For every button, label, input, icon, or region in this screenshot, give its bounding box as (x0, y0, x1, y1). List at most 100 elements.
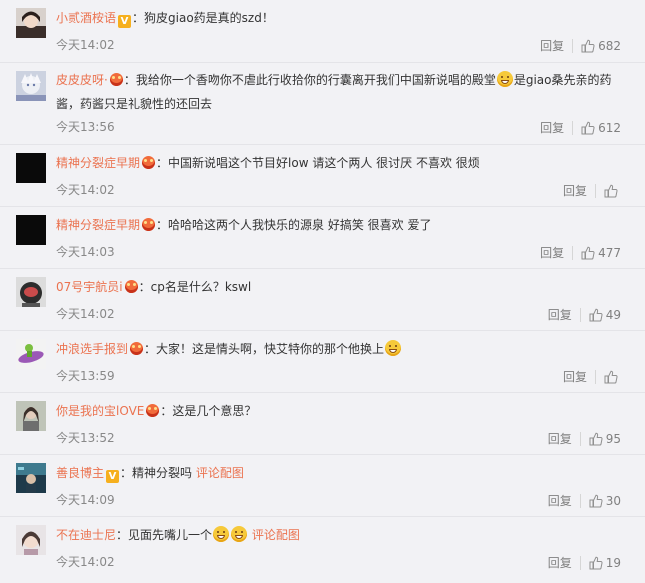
like-count: 477 (598, 245, 621, 260)
like-button[interactable]: 19 (589, 556, 621, 570)
comment-item: 小贰酒桉语 V ：狗皮giao药是真的szd！ 今天14:02 回复 682 (0, 0, 645, 63)
thumbs-up-icon (604, 184, 618, 197)
comment-actions: 回复 477 (540, 244, 621, 261)
reply-button[interactable]: 回复 (540, 244, 564, 261)
comment-text: 07号宇航员i ：cp名是什么？kswl (56, 275, 629, 299)
username-link[interactable]: 精神分裂症早期 (56, 156, 140, 170)
thumbs-up-icon (589, 556, 603, 569)
like-button[interactable] (604, 370, 621, 384)
comment-item: 07号宇航员i ：cp名是什么？kswl 今天14:02 回复 49 (0, 269, 645, 331)
divider (579, 431, 581, 446)
comment-body: ：哈哈哈这两个人我快乐的源泉 好搞笑 很喜欢 爱了 (156, 218, 432, 232)
view-comment-image-link[interactable]: 评论配图 (252, 528, 300, 542)
doge-emoji-icon (385, 340, 402, 356)
reply-button[interactable]: 回复 (540, 119, 564, 136)
comment-item: 冲浪选手报到 ：大家！这是情头啊，快艾特你的那个他换上 今天13:59 回复 (0, 331, 645, 393)
thumbs-up-icon (589, 494, 603, 507)
comment-body: ：我给你一个香吻你不虐此行收拾你的行囊离开我们中国新说唱的殿堂 (123, 73, 496, 87)
comment-text: 不在迪士尼：见面先嘴儿一个 评论配图 (56, 523, 629, 547)
comment-actions: 回复 49 (548, 306, 621, 323)
thumbs-up-icon (581, 39, 595, 52)
like-button[interactable]: 30 (589, 494, 621, 508)
divider (579, 555, 581, 570)
comment-item: 善良博主 V ：精神分裂吗 评论配图 今天14:09 回复 30 (0, 455, 645, 517)
like-count: 612 (598, 120, 621, 135)
comment-actions: 回复 30 (548, 492, 621, 509)
reply-button[interactable]: 回复 (548, 430, 572, 447)
comment-text: 冲浪选手报到 ：大家！这是情头啊，快艾特你的那个他换上 (56, 337, 629, 361)
avatar[interactable] (16, 153, 46, 183)
comment-text: 精神分裂症早期 ：哈哈哈这两个人我快乐的源泉 好搞笑 很喜欢 爱了 (56, 213, 629, 237)
verified-badge-icon: V (106, 470, 120, 483)
username-link[interactable]: 冲浪选手报到 (56, 342, 128, 356)
timestamp: 今天13:56 (56, 120, 115, 134)
avatar[interactable] (16, 525, 46, 555)
view-comment-image-link[interactable]: 评论配图 (196, 466, 244, 480)
thumbs-up-icon (589, 432, 603, 445)
reply-button[interactable]: 回复 (563, 182, 587, 199)
avatar[interactable] (16, 463, 46, 493)
comment-actions: 回复 95 (548, 430, 621, 447)
username-link[interactable]: 小贰酒桉语 (56, 11, 116, 25)
username-link[interactable]: 你是我的宝lOVE (56, 404, 144, 418)
member-crown-icon (142, 156, 156, 169)
avatar[interactable] (16, 8, 46, 38)
comment-body: ：大家！这是情头啊，快艾特你的那个他换上 (144, 342, 385, 356)
like-button[interactable]: 477 (581, 246, 621, 260)
like-button[interactable] (604, 184, 621, 198)
like-button[interactable]: 612 (581, 121, 621, 135)
avatar[interactable] (16, 277, 46, 307)
avatar[interactable] (16, 401, 46, 431)
like-button[interactable]: 682 (581, 39, 621, 53)
member-crown-icon (109, 73, 123, 86)
like-count: 49 (605, 307, 621, 322)
reply-button[interactable]: 回复 (540, 37, 564, 54)
comment-list: 小贰酒桉语 V ：狗皮giao药是真的szd！ 今天14:02 回复 682 皮皮皮… (0, 0, 645, 583)
member-crown-icon (146, 404, 160, 417)
like-button[interactable]: 95 (589, 432, 621, 446)
username-link[interactable]: 不在迪士尼 (56, 528, 116, 542)
timestamp: 今天13:59 (56, 369, 115, 383)
grin-emoji-icon (213, 526, 230, 542)
timestamp: 今天14:02 (56, 555, 115, 569)
thumbs-up-icon (581, 121, 595, 134)
like-count: 95 (605, 431, 621, 446)
comment-text: 精神分裂症早期 ：中国新说唱这个节目好low 请这个两人 很讨厌 不喜欢 很烦 (56, 151, 629, 175)
comment-actions: 回复 (563, 182, 621, 199)
doge-emoji-icon (496, 71, 513, 87)
comment-text: 小贰酒桉语 V ：狗皮giao药是真的szd！ (56, 6, 629, 30)
comment-item: 精神分裂症早期 ：哈哈哈这两个人我快乐的源泉 好搞笑 很喜欢 爱了 今天14:03… (0, 207, 645, 269)
comment-body: ：cp名是什么？kswl (138, 280, 252, 294)
comment-body: ：中国新说唱这个节目好low 请这个两人 很讨厌 不喜欢 很烦 (156, 156, 480, 170)
username-link[interactable]: 皮皮皮呀· (56, 73, 108, 87)
reply-button[interactable]: 回复 (563, 368, 587, 385)
avatar[interactable] (16, 71, 46, 101)
reply-button[interactable]: 回复 (548, 492, 572, 509)
timestamp: 今天13:52 (56, 431, 115, 445)
comment-item: 你是我的宝lOVE ：这是几个意思？ 今天13:52 回复 95 (0, 393, 645, 455)
username-link[interactable]: 07号宇航员i (56, 280, 123, 294)
divider (579, 307, 581, 322)
thumbs-up-icon (589, 308, 603, 321)
username-link[interactable]: 善良博主 (56, 466, 104, 480)
avatar[interactable] (16, 339, 46, 369)
avatar[interactable] (16, 215, 46, 245)
comment-text: 皮皮皮呀· ：我给你一个香吻你不虐此行收拾你的行囊离开我们中国新说唱的殿堂 是gia… (56, 68, 629, 116)
thumbs-up-icon (581, 246, 595, 259)
divider (572, 245, 574, 260)
divider (595, 369, 596, 384)
comment-actions: 回复 682 (540, 37, 621, 54)
like-count: 19 (605, 555, 621, 570)
reply-button[interactable]: 回复 (548, 554, 572, 571)
reply-button[interactable]: 回复 (548, 306, 572, 323)
member-crown-icon (142, 218, 156, 231)
username-link[interactable]: 精神分裂症早期 (56, 218, 140, 232)
comment-body: ：精神分裂吗 (120, 466, 193, 480)
member-crown-icon (124, 280, 138, 293)
comment-actions: 回复 19 (548, 554, 621, 571)
comment-actions: 回复 (563, 368, 621, 385)
comment-body: ：狗皮giao药是真的szd！ (132, 11, 274, 25)
timestamp: 今天14:02 (56, 183, 115, 197)
comment-item: 精神分裂症早期 ：中国新说唱这个节目好low 请这个两人 很讨厌 不喜欢 很烦 今… (0, 145, 645, 207)
like-button[interactable]: 49 (589, 308, 621, 322)
